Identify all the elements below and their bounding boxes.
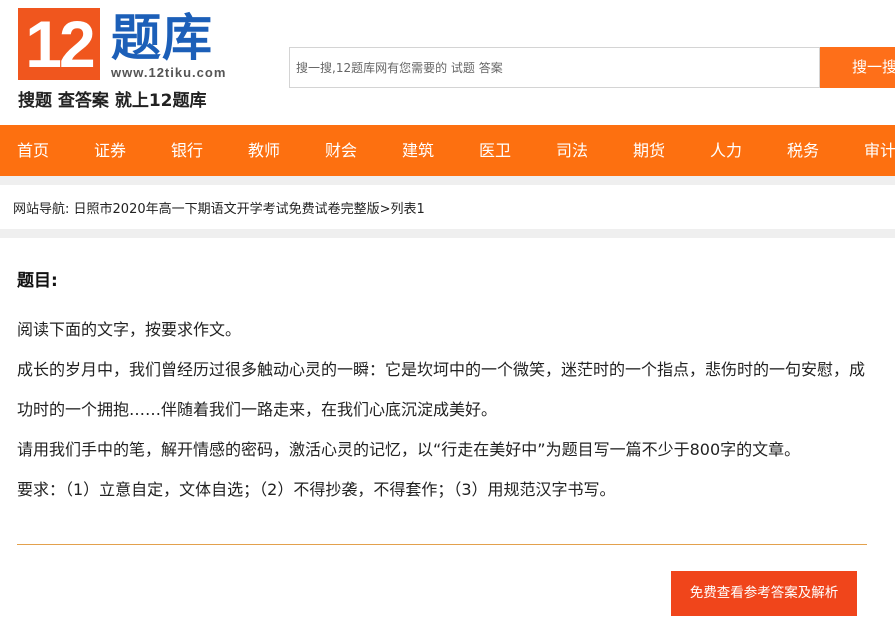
nav-item-construction[interactable]: 建筑 (402, 125, 434, 176)
question-body: 阅读下面的文字，按要求作文。 成长的岁月中，我们曾经历过很多触动心灵的一瞬：它是… (17, 310, 872, 510)
search-box (289, 47, 820, 88)
breadcrumb-separator: > (379, 202, 391, 217)
divider (17, 544, 867, 545)
question-paragraph: 要求：（1）立意自定，文体自选；（2）不得抄袭，不得套作；（3）用规范汉字书写。 (17, 480, 616, 499)
breadcrumb-current[interactable]: 列表1 (391, 202, 425, 217)
nav-item-audit[interactable]: 审计 (864, 125, 895, 176)
question-label: 题目: (17, 271, 58, 291)
breadcrumb-link-exam[interactable]: 日照市2020年高一下期语文开学考试免费试卷完整版 (74, 202, 380, 217)
nav-item-securities[interactable]: 证券 (94, 125, 126, 176)
question-panel: 题目: 阅读下面的文字，按要求作文。 成长的岁月中，我们曾经历过很多触动心灵的一… (0, 238, 895, 619)
breadcrumb: 网站导航: 日照市2020年高一下期语文开学考试免费试卷完整版>列表1 (13, 198, 425, 217)
question-paragraph: 请用我们手中的笔，解开情感的密码，激活心灵的记忆，以“行走在美好中”为题目写一篇… (17, 440, 801, 459)
separator-band (0, 176, 895, 185)
main-nav: 首页 证券 银行 教师 财会 建筑 医卫 司法 期货 人力 税务 审计 (0, 125, 895, 176)
nav-item-accounting[interactable]: 财会 (325, 125, 357, 176)
breadcrumb-prefix: 网站导航: (13, 202, 70, 217)
logo-slogan: 搜题 查答案 就上12题库 (18, 91, 207, 111)
nav-item-home[interactable]: 首页 (17, 125, 49, 176)
search-input[interactable] (290, 48, 819, 87)
nav-item-futures[interactable]: 期货 (633, 125, 665, 176)
nav-item-tax[interactable]: 税务 (787, 125, 819, 176)
question-paragraph: 阅读下面的文字，按要求作文。 (17, 320, 242, 339)
view-answer-button[interactable]: 免费查看参考答案及解析 (671, 571, 857, 616)
separator-band (0, 229, 895, 238)
nav-item-medical[interactable]: 医卫 (479, 125, 511, 176)
site-header: 12 题库 www.12tiku.com 搜题 查答案 就上12题库 搜一搜 (0, 0, 895, 125)
logo-number-mark: 12 (18, 8, 100, 80)
question-paragraph: 成长的岁月中，我们曾经历过很多触动心灵的一瞬：它是坎坷中的一个微笑，迷茫时的一个… (17, 360, 866, 419)
nav-item-teacher[interactable]: 教师 (248, 125, 280, 176)
logo-title: 题库 (111, 9, 213, 67)
search-button[interactable]: 搜一搜 (820, 47, 895, 88)
logo-url: www.12tiku.com (111, 65, 227, 80)
site-logo[interactable]: 12 题库 www.12tiku.com 搜题 查答案 就上12题库 (18, 8, 258, 112)
nav-item-hr[interactable]: 人力 (710, 125, 742, 176)
nav-item-banking[interactable]: 银行 (171, 125, 203, 176)
nav-item-judicial[interactable]: 司法 (556, 125, 588, 176)
